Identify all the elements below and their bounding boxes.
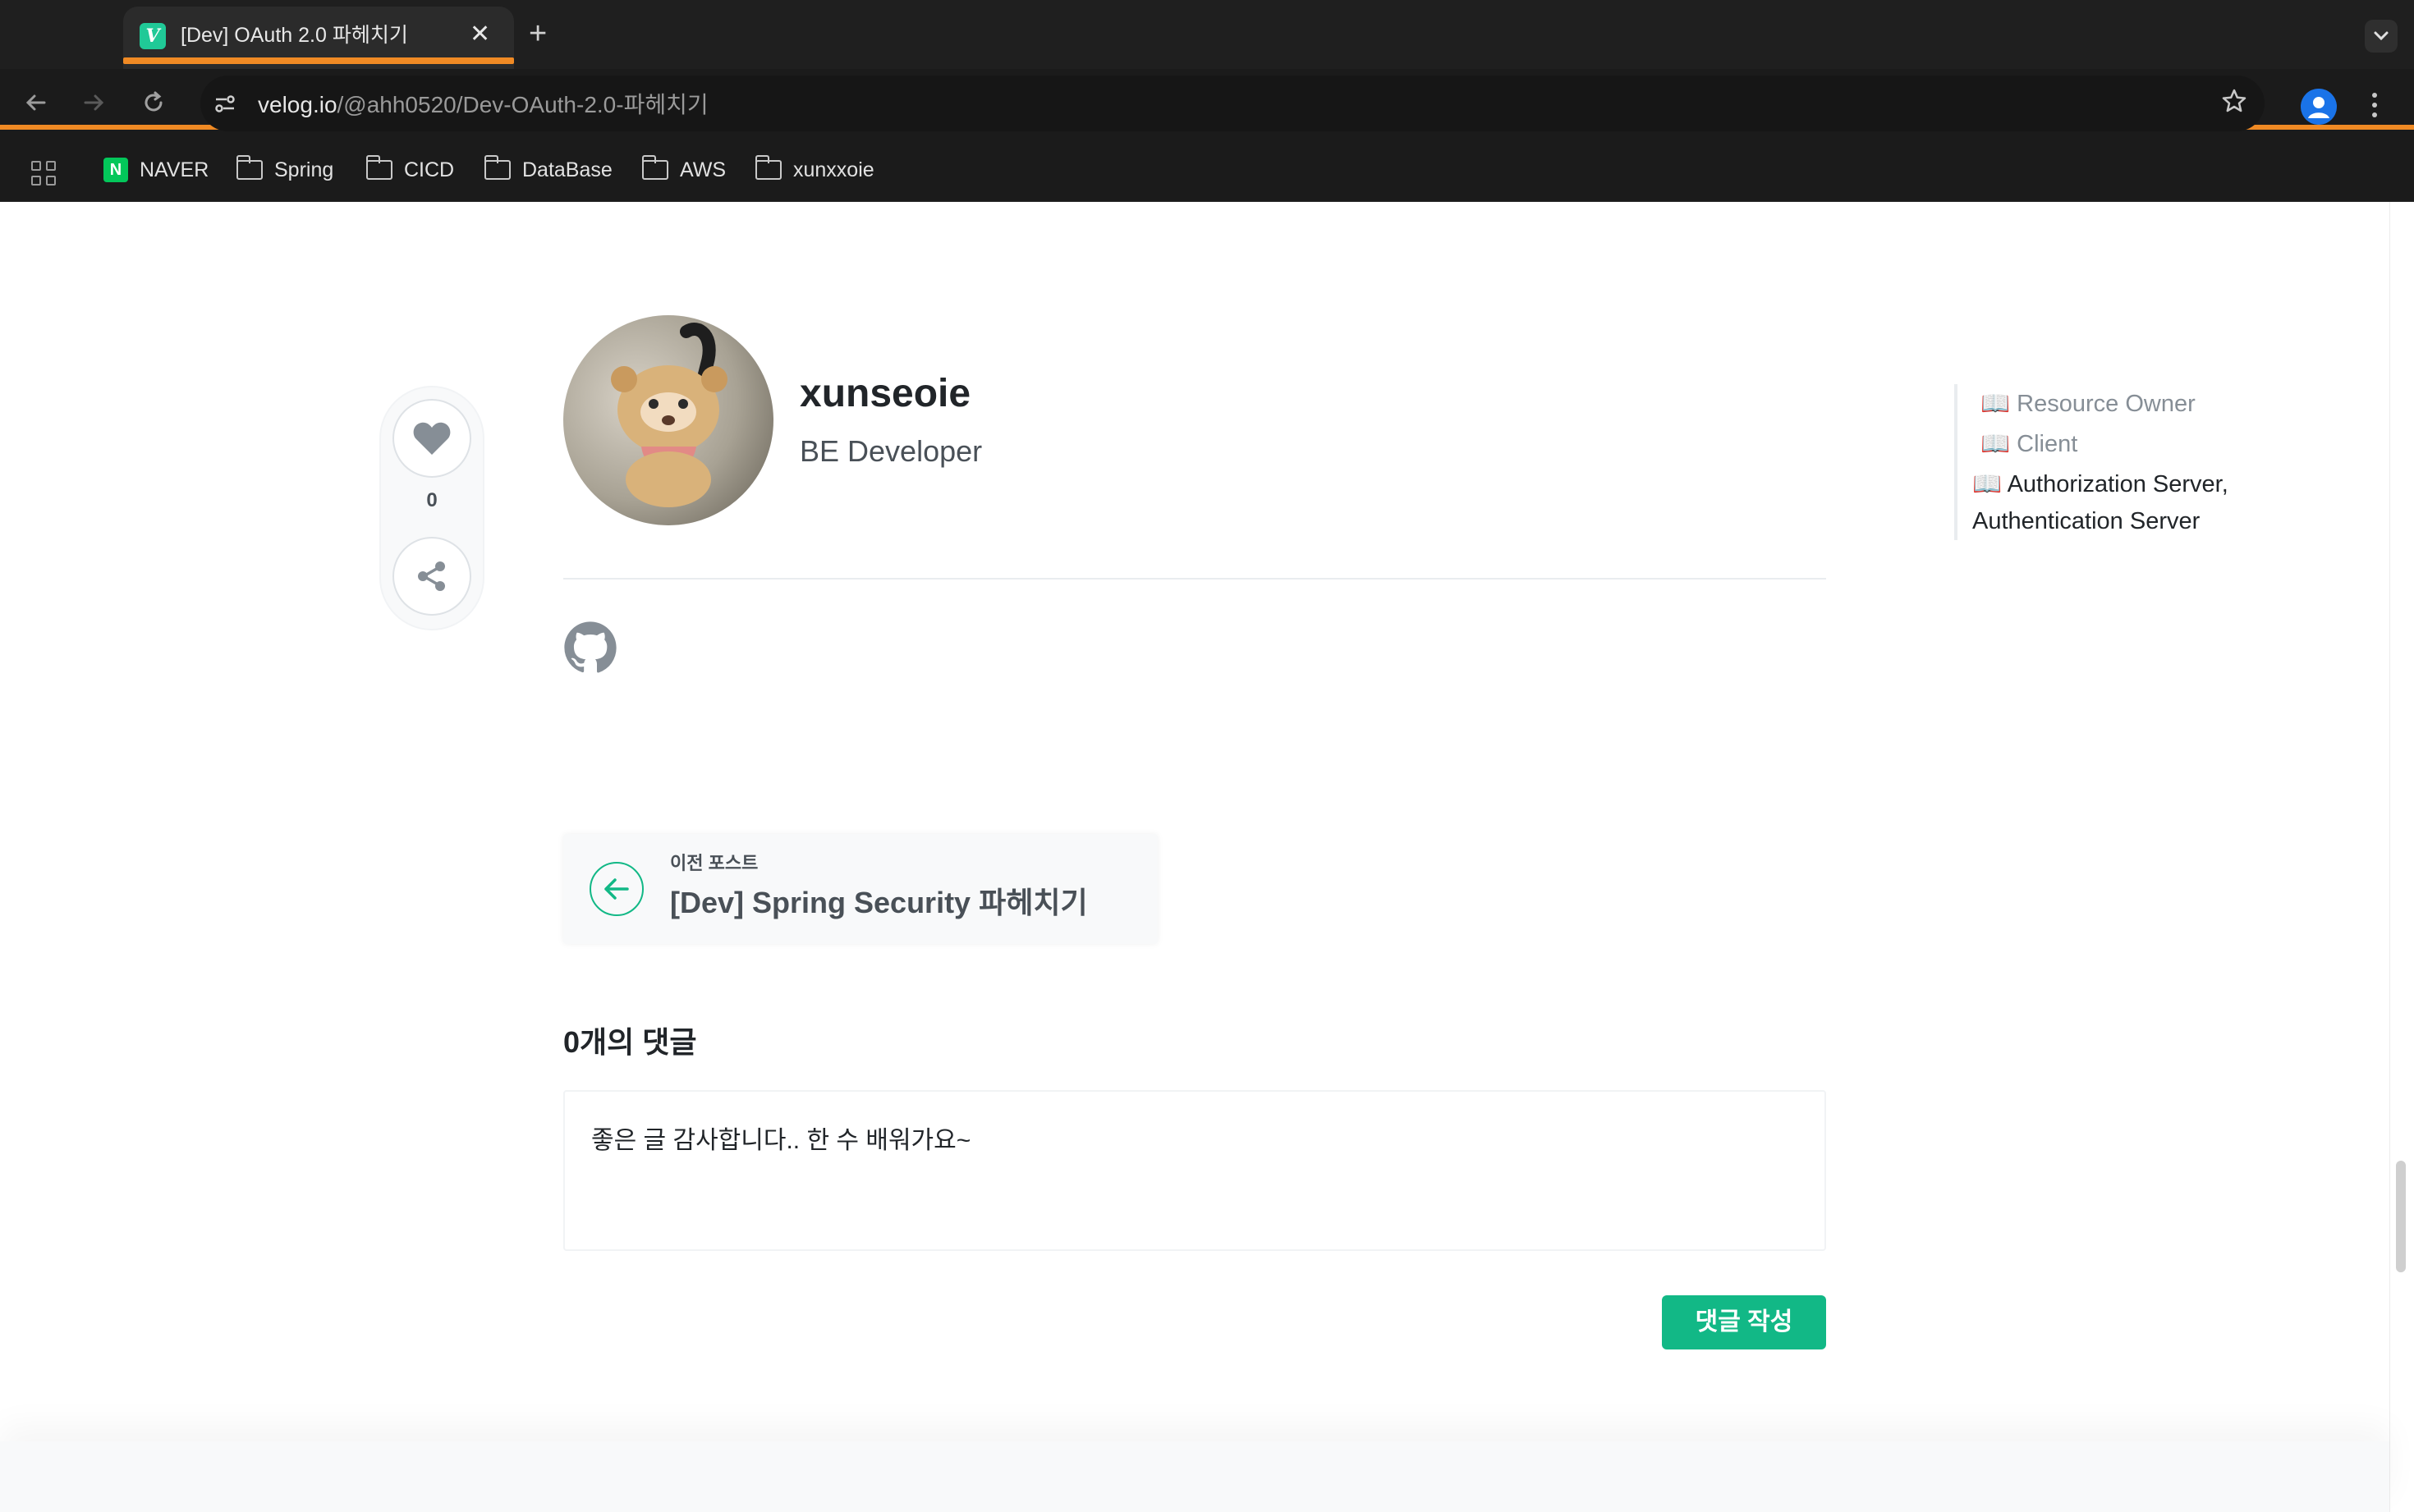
bookmark-folder-database[interactable]: DataBase — [484, 155, 613, 184]
more-menu-icon[interactable] — [2370, 85, 2380, 135]
bookmark-label: AWS — [680, 158, 727, 181]
author-name[interactable]: xunseoie — [800, 371, 971, 417]
share-icon — [418, 561, 445, 591]
heart-icon — [413, 422, 451, 455]
page-scrollbar-thumb[interactable] — [2396, 1161, 2406, 1272]
share-button[interactable] — [392, 537, 471, 616]
folder-icon — [366, 155, 392, 180]
back-arrow-icon[interactable] — [21, 89, 49, 124]
velog-favicon-icon: V — [140, 23, 166, 49]
author-description: BE Developer — [800, 434, 983, 468]
url-host: velog.io — [258, 92, 337, 117]
folder-icon — [484, 155, 511, 180]
profile-divider — [563, 578, 1826, 580]
folder-icon — [642, 155, 668, 180]
chevron-down-icon — [2374, 31, 2389, 41]
author-avatar[interactable] — [563, 315, 773, 525]
bookmark-label: DataBase — [522, 158, 613, 181]
apps-grid-icon[interactable] — [31, 161, 56, 186]
reload-icon[interactable] — [140, 89, 168, 124]
page-scrollbar-track[interactable] — [2389, 202, 2414, 1512]
tab-accent-bar — [123, 57, 514, 64]
bookmark-folder-xunxxoie[interactable]: xunxxoie — [755, 155, 874, 184]
previous-post-label: 이전 포스트 — [670, 853, 759, 873]
footer-area — [0, 1441, 2389, 1512]
bookmark-folder-spring[interactable]: Spring — [236, 155, 334, 184]
tab-close-icon[interactable]: ✕ — [470, 20, 490, 49]
bookmark-label: Spring — [274, 158, 334, 181]
comment-count: 0개의 댓글 — [563, 1025, 697, 1059]
site-info-icon[interactable] — [213, 92, 236, 115]
comment-input[interactable] — [563, 1090, 1826, 1251]
folder-icon — [236, 155, 263, 180]
github-icon[interactable] — [563, 621, 617, 675]
toc-item-client[interactable]: 📖 Client — [1972, 424, 2283, 465]
naver-icon: N — [103, 158, 128, 182]
bookmark-folder-aws[interactable]: AWS — [642, 155, 727, 184]
like-count: 0 — [426, 489, 438, 511]
bookmark-folder-cicd[interactable]: CICD — [366, 155, 455, 184]
bookmark-label: xunxxoie — [793, 158, 874, 181]
bookmark-star-icon[interactable] — [2220, 87, 2248, 122]
new-tab-button[interactable]: + — [529, 16, 547, 51]
previous-post-title: [Dev] Spring Security 파헤치기 — [670, 886, 1088, 919]
folder-icon — [755, 155, 782, 180]
bookmark-label: NAVER — [140, 158, 209, 181]
profile-icon[interactable] — [2301, 89, 2337, 125]
url-text[interactable]: velog.io/@ahh0520/Dev-OAuth-2.0-파헤치기 — [258, 90, 709, 120]
bookmark-naver[interactable]: N NAVER — [103, 156, 209, 184]
toc-item-resource-owner[interactable]: 📖 Resource Owner — [1972, 384, 2283, 424]
toc-item-authorization-server[interactable]: 📖 Authorization Server, Authentication S… — [1972, 465, 2283, 540]
bookmark-label: CICD — [404, 158, 455, 181]
comment-submit-button[interactable]: 댓글 작성 — [1662, 1295, 1826, 1349]
bookmarks-bar — [0, 133, 2414, 202]
url-path: /@ahh0520/Dev-OAuth-2.0-파헤치기 — [337, 92, 709, 117]
tab-search-button[interactable] — [2365, 20, 2398, 53]
table-of-contents: 📖 Resource Owner 📖 Client 📖 Authorizatio… — [1954, 384, 2283, 540]
tab-title: [Dev] OAuth 2.0 파헤치기 — [181, 24, 408, 47]
like-button[interactable] — [392, 399, 471, 478]
forward-arrow-icon[interactable] — [80, 89, 108, 124]
left-arrow-icon — [590, 862, 644, 916]
